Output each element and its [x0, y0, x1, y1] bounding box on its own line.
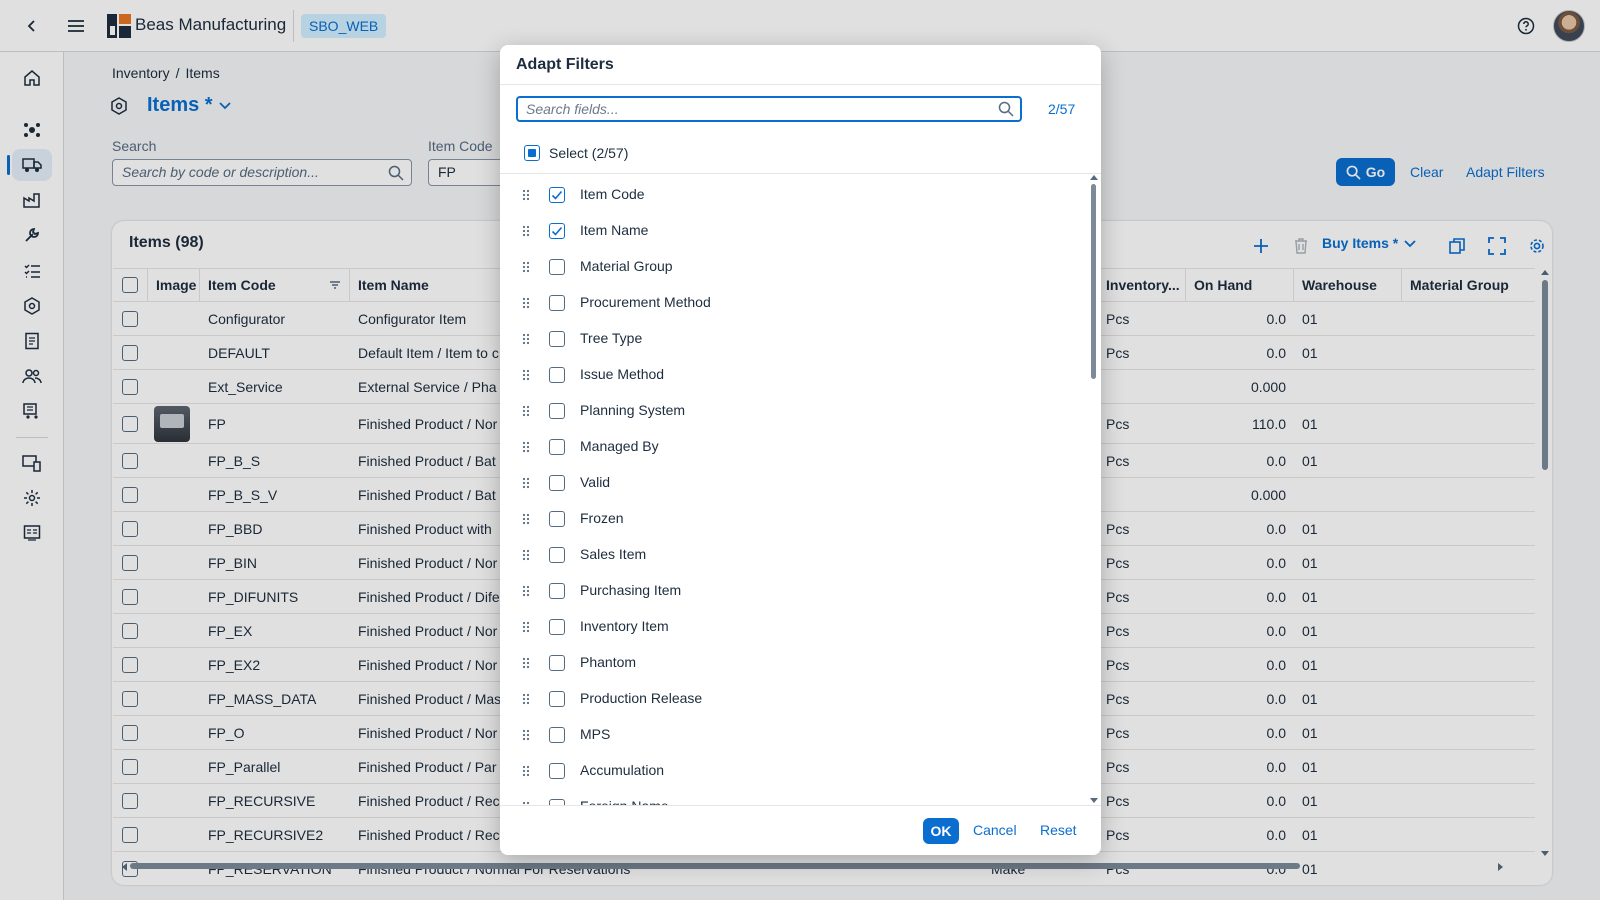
field-label: MPS — [580, 726, 611, 742]
field-row[interactable]: Tree Type — [500, 321, 1080, 357]
field-label: Inventory Item — [580, 618, 669, 634]
field-label: Procurement Method — [580, 294, 711, 310]
field-row[interactable]: Issue Method — [500, 357, 1080, 393]
field-row[interactable]: Frozen — [500, 501, 1080, 537]
drag-handle-icon[interactable] — [522, 693, 530, 705]
checkbox[interactable] — [549, 619, 565, 635]
field-row[interactable]: Item Code — [500, 177, 1080, 213]
checkbox[interactable] — [549, 259, 565, 275]
field-row[interactable]: Procurement Method — [500, 285, 1080, 321]
drag-handle-icon[interactable] — [522, 261, 530, 273]
drag-handle-icon[interactable] — [522, 225, 530, 237]
scroll-thumb[interactable] — [1091, 184, 1096, 379]
field-row[interactable]: Planning System — [500, 393, 1080, 429]
checkbox[interactable] — [549, 547, 565, 563]
field-row[interactable]: Sales Item — [500, 537, 1080, 573]
dialog-footer: OK Cancel Reset — [500, 805, 1101, 855]
field-row[interactable]: Managed By — [500, 429, 1080, 465]
dialog-divider — [500, 84, 1101, 85]
field-label: Accumulation — [580, 762, 665, 778]
field-list-scrollbar[interactable] — [1089, 174, 1099, 804]
drag-handle-icon[interactable] — [522, 369, 530, 381]
field-row[interactable]: Purchasing Item — [500, 573, 1080, 609]
drag-handle-icon[interactable] — [522, 477, 530, 489]
field-label: Frozen — [580, 510, 624, 526]
drag-handle-icon[interactable] — [522, 333, 530, 345]
search-icon[interactable] — [998, 101, 1014, 117]
field-row[interactable]: MPS — [500, 717, 1080, 753]
ok-button[interactable]: OK — [923, 818, 959, 844]
checkbox[interactable] — [549, 331, 565, 347]
field-label: Production Release — [580, 690, 703, 706]
field-row[interactable]: Valid — [500, 465, 1080, 501]
field-search-placeholder: Search fields... — [526, 101, 619, 117]
selected-count: 2/57 — [1048, 101, 1076, 117]
field-row[interactable]: Phantom — [500, 645, 1080, 681]
scroll-up-icon — [1090, 175, 1098, 180]
checkbox[interactable] — [549, 403, 565, 419]
field-row[interactable]: Production Release — [500, 681, 1080, 717]
cancel-button[interactable]: Cancel — [973, 822, 1017, 838]
field-label: Issue Method — [580, 366, 665, 382]
field-label: Purchasing Item — [580, 582, 682, 598]
reset-button[interactable]: Reset — [1040, 822, 1077, 838]
field-label: Valid — [580, 474, 611, 490]
checkmark-icon — [551, 190, 563, 200]
drag-handle-icon[interactable] — [522, 189, 530, 201]
checkbox[interactable] — [549, 511, 565, 527]
drag-handle-icon[interactable] — [522, 765, 530, 777]
drag-handle-icon[interactable] — [522, 513, 530, 525]
field-search-input[interactable]: Search fields... — [516, 96, 1022, 122]
field-row[interactable]: Accumulation — [500, 753, 1080, 789]
field-row[interactable]: Inventory Item — [500, 609, 1080, 645]
field-label: Item Code — [580, 186, 645, 202]
checkmark-icon — [551, 226, 563, 236]
checkbox[interactable] — [549, 475, 565, 491]
checkbox[interactable] — [549, 655, 565, 671]
drag-handle-icon[interactable] — [522, 585, 530, 597]
drag-handle-icon[interactable] — [522, 549, 530, 561]
field-label: Phantom — [580, 654, 637, 670]
checkbox[interactable] — [549, 295, 565, 311]
drag-handle-icon[interactable] — [522, 405, 530, 417]
field-label: Material Group — [580, 258, 673, 274]
partial-checkbox-icon — [524, 145, 540, 161]
field-label: Tree Type — [580, 330, 643, 346]
dialog-title: Adapt Filters — [516, 56, 614, 73]
adapt-filters-dialog: Adapt Filters Search fields... 2/57 Sele… — [500, 45, 1101, 855]
checkbox[interactable] — [549, 367, 565, 383]
drag-handle-icon[interactable] — [522, 729, 530, 741]
checkbox-checked[interactable] — [549, 223, 565, 239]
checkbox[interactable] — [549, 727, 565, 743]
checkbox[interactable] — [549, 439, 565, 455]
field-label: Managed By — [580, 438, 659, 454]
drag-handle-icon[interactable] — [522, 657, 530, 669]
scroll-down-icon — [1090, 798, 1098, 803]
select-all-label: Select (2/57) — [549, 145, 629, 161]
field-label: Sales Item — [580, 546, 647, 562]
field-label: Planning System — [580, 402, 686, 418]
field-label: Item Name — [580, 222, 649, 238]
checkbox[interactable] — [549, 763, 565, 779]
select-all-checkbox[interactable]: Select (2/57) — [524, 145, 628, 161]
checkbox[interactable] — [549, 583, 565, 599]
field-row[interactable]: Material Group — [500, 249, 1080, 285]
field-row[interactable]: Item Name — [500, 213, 1080, 249]
field-list: Item Code Item Name Material Group Procurem… — [500, 174, 1101, 855]
drag-handle-icon[interactable] — [522, 297, 530, 309]
checkbox[interactable] — [549, 691, 565, 707]
drag-handle-icon[interactable] — [522, 441, 530, 453]
checkbox-checked[interactable] — [549, 187, 565, 203]
drag-handle-icon[interactable] — [522, 621, 530, 633]
